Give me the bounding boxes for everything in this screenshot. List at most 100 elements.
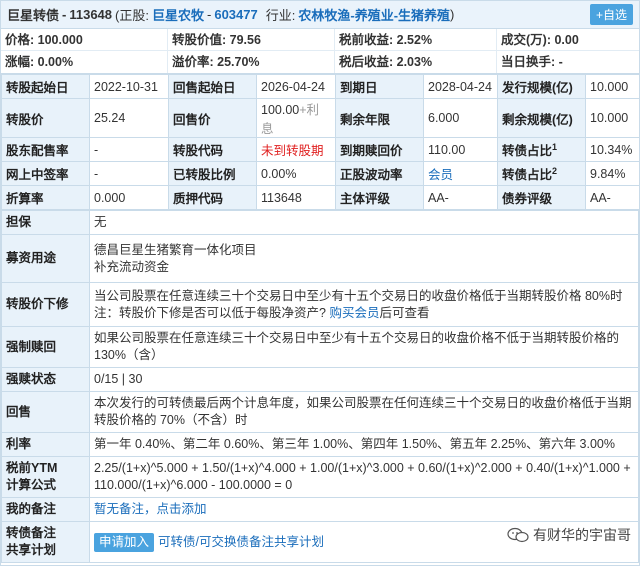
grid-label: 转股价: [1, 98, 90, 138]
grid-label: 折算率: [1, 185, 90, 210]
grid-label: 到期赎回价: [335, 137, 424, 162]
table-row: 转股价下修 当公司股票在任意连续三十个交易日中至少有十五个交易日的收盘价格低于当…: [1, 282, 639, 327]
use-label: 募资用途: [1, 234, 90, 283]
grid-value: AA-: [423, 185, 498, 210]
grid-value: 0.000: [89, 185, 169, 210]
table-row: 募资用途 德昌巨星生猪繁育一体化项目 补充流动资金: [1, 234, 639, 283]
grid-value: 113648: [256, 185, 336, 210]
reset-label: 转股价下修: [1, 282, 90, 327]
aftertax-yield: 税后收益: 2.03%: [335, 51, 497, 73]
putback-value: 本次发行的可转债最后两个计息年度，如果公司股票在任何连续三十个交易日的收盘价格低…: [89, 391, 639, 433]
grid-label: 已转股比例: [168, 161, 257, 186]
grid-label: 剩余规模(亿): [497, 98, 586, 138]
table-row: 回售 本次发行的可转债最后两个计息年度，如果公司股票在任何连续三十个交易日的收盘…: [1, 391, 639, 433]
table-row: 转股价 25.24 回售价 100.00+利息 剩余年限 6.000 剩余规模(…: [1, 98, 640, 138]
rate-label: 利率: [1, 432, 90, 457]
apply-join-button[interactable]: 申请加入: [94, 532, 155, 552]
bond-name: 巨星转债: [7, 8, 60, 23]
add-favorite-button[interactable]: +自选: [589, 4, 633, 25]
grid-value: 9.84%: [585, 161, 640, 186]
industry-prefix: 行业:: [265, 8, 296, 23]
grid-label: 网上中签率: [1, 161, 90, 186]
grid-value: 2026-04-24: [256, 74, 336, 99]
grid-value: 10.000: [585, 98, 640, 138]
watermark: 有财华的宇宙哥: [507, 525, 631, 545]
stock-name-link[interactable]: 巨星农牧: [152, 5, 204, 24]
grid-value: -: [89, 137, 169, 162]
grid-value: 25.24: [89, 98, 169, 138]
wechat-icon: [507, 527, 529, 543]
putback-label: 回售: [1, 391, 90, 433]
redeem-count-value: 0/15 | 30: [89, 367, 639, 392]
grid-value: AA-: [585, 185, 640, 210]
grid-value: 10.000: [585, 74, 640, 99]
reset-value: 当公司股票在任意连续三十个交易日中至少有十五个交易日的收盘价格低于当期转股价格 …: [89, 282, 639, 327]
guarantee-value: 无: [89, 210, 639, 235]
grid-label: 回售价: [168, 98, 257, 138]
grid-label: 到期日: [335, 74, 424, 99]
grid-value: 2022-10-31: [89, 74, 169, 99]
grid-label: 质押代码: [168, 185, 257, 210]
share-plan-link[interactable]: 可转债/可交换债备注共享计划: [158, 535, 324, 549]
sup-2: 2: [552, 165, 558, 176]
rate-value: 第一年 0.40%、第二年 0.60%、第三年 1.00%、第四年 1.50%、…: [89, 432, 639, 457]
table-row: 强制赎回 如果公司股票在任意连续三十个交易日中至少有十五个交易日的收盘价格不低于…: [1, 326, 639, 368]
grid-value: 6.000: [423, 98, 498, 138]
grid-label: 转股起始日: [1, 74, 90, 99]
grid-label: 发行规模(亿): [497, 74, 586, 99]
grid-value: 100.00+利息: [256, 98, 336, 138]
table-row: 股东配售率 - 转股代码 未到转股期 到期赎回价 110.00 转债占比1 10…: [1, 137, 640, 162]
price: 价格: 100.000: [1, 29, 168, 51]
grid-label: 债券评级: [497, 185, 586, 210]
bond-terms-table: 转股起始日 2022-10-31 回售起始日 2026-04-24 到期日 20…: [1, 74, 640, 210]
table-row: 利率 第一年 0.40%、第二年 0.60%、第三年 1.00%、第四年 1.5…: [1, 432, 639, 457]
header-suffix: ): [450, 7, 455, 22]
stock-code-link[interactable]: 603477: [214, 7, 257, 22]
member-link[interactable]: 会员: [423, 161, 498, 186]
bond-info-table: 担保 无 募资用途 德昌巨星生猪繁育一体化项目 补充流动资金 转股价下修 当公司…: [1, 210, 639, 563]
premium: 溢价率: 25.70%: [168, 51, 335, 73]
grid-value: 10.34%: [585, 137, 640, 162]
note-label: 我的备注: [1, 497, 90, 522]
share-label: 转债备注 共享计划: [1, 521, 90, 563]
grid-value: 110.00: [423, 137, 498, 162]
redeem-value: 如果公司股票在任意连续三十个交易日中至少有十五个交易日的收盘价格不低于当期转股价…: [89, 326, 639, 368]
table-row: 担保 无: [1, 210, 639, 235]
sup-1: 1: [552, 141, 558, 152]
grid-label: 剩余年限: [335, 98, 424, 138]
conv-value: 转股价值: 79.56: [168, 29, 335, 51]
grid-label: 股东配售率: [1, 137, 90, 162]
pretax-yield: 税前收益: 2.52%: [335, 29, 497, 51]
buy-member-link[interactable]: 购买会员: [329, 306, 379, 320]
watermark-text: 有财华的宇宙哥: [533, 527, 631, 543]
table-row: 折算率 0.000 质押代码 113648 主体评级 AA- 债券评级 AA-: [1, 185, 640, 210]
grid-value: 0.00%: [256, 161, 336, 186]
grid-label: 转债占比2: [497, 161, 586, 186]
stock-prefix: (正股:: [115, 8, 149, 23]
grid-label: 转股代码: [168, 137, 257, 162]
table-row: 网上中签率 - 已转股比例 0.00% 正股波动率 会员 转债占比2 9.84%: [1, 161, 640, 186]
table-row: 我的备注 暂无备注，点击添加: [1, 497, 639, 522]
grid-value: -: [89, 161, 169, 186]
guarantee-label: 担保: [1, 210, 90, 235]
table-row: 强赎状态 0/15 | 30: [1, 367, 639, 392]
grid-label: 回售起始日: [168, 74, 257, 99]
conversion-code-status: 未到转股期: [256, 137, 336, 162]
add-note-link[interactable]: 暂无备注，点击添加: [89, 497, 639, 522]
table-row: 转股起始日 2022-10-31 回售起始日 2026-04-24 到期日 20…: [1, 74, 640, 99]
bond-detail-panel: 巨星转债 - 113648 (正股: 巨星农牧 - 603477 行业: 农林牧…: [0, 0, 640, 566]
put-price: 100.00: [261, 103, 300, 117]
redeem-count-label: 强赎状态: [1, 367, 90, 392]
quote-panel: 价格: 100.000 转股价值: 79.56 税前收益: 2.52% 成交(万…: [1, 29, 639, 74]
ytm-formula: 2.25/(1+x)^5.000 + 1.50/(1+x)^4.000 + 1.…: [89, 456, 639, 498]
change: 涨幅: 0.00%: [1, 51, 168, 73]
volume: 成交(万): 0.00: [497, 29, 639, 51]
table-row: 税前YTM 计算公式 2.25/(1+x)^5.000 + 1.50/(1+x)^…: [1, 456, 639, 498]
use-value: 德昌巨星生猪繁育一体化项目 补充流动资金: [89, 234, 639, 283]
industry-link[interactable]: 农林牧渔-养殖业-生猪养殖: [298, 5, 450, 24]
grid-value: 2028-04-24: [423, 74, 498, 99]
bond-code: 113648: [69, 7, 113, 22]
redeem-label: 强制赎回: [1, 326, 90, 368]
grid-label: 主体评级: [335, 185, 424, 210]
title-bar: 巨星转债 - 113648 (正股: 巨星农牧 - 603477 行业: 农林牧…: [1, 1, 639, 29]
